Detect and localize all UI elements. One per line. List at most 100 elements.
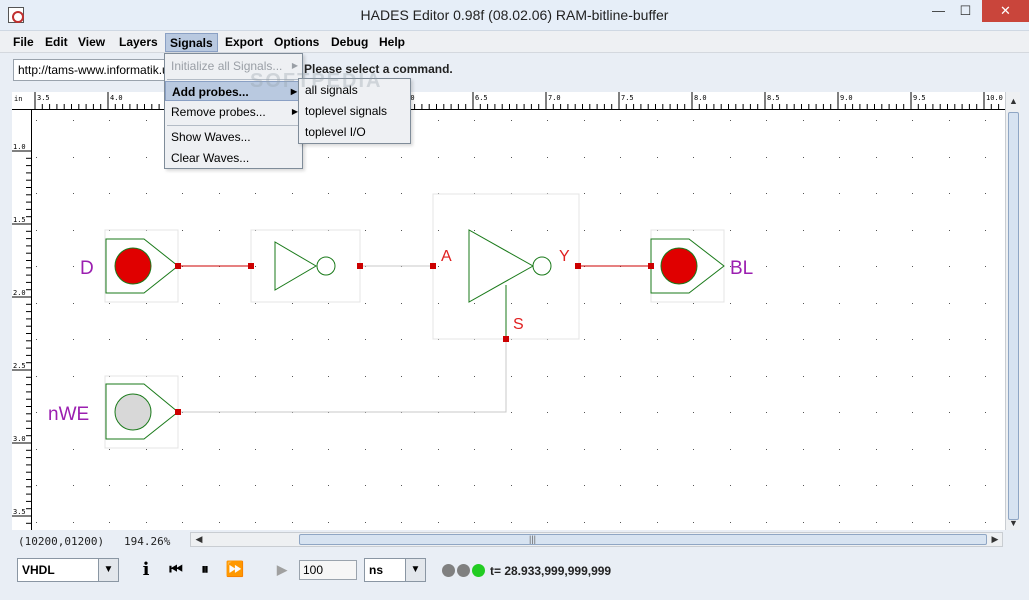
grid-dot: [985, 266, 986, 267]
time-unit-select[interactable]: ns ▼: [364, 558, 426, 582]
grid-dot: [365, 303, 366, 304]
scroll-left-icon[interactable]: ◀: [192, 533, 206, 546]
maximize-button[interactable]: ☐: [952, 0, 979, 22]
grid-dot: [401, 303, 402, 304]
menu-clear-waves[interactable]: Clear Waves...: [165, 148, 302, 168]
grid-dot: [912, 193, 913, 194]
vertical-scroll-thumb[interactable]: [1008, 112, 1019, 520]
menu-export[interactable]: Export: [221, 33, 267, 52]
pin-d-out[interactable]: [175, 263, 181, 269]
schematic-canvas[interactable]: D A Y S BL nWE: [32, 110, 1005, 530]
menu-signals[interactable]: Signals: [165, 33, 218, 52]
grid-dot: [255, 449, 256, 450]
grid-dot: [109, 485, 110, 486]
grid-dot: [328, 449, 329, 450]
menu-help[interactable]: Help: [375, 33, 409, 52]
minimize-button[interactable]: —: [925, 0, 952, 22]
grid-dot: [474, 303, 475, 304]
ipin-nwe-led[interactable]: [114, 393, 152, 431]
step-value-input[interactable]: 100: [299, 560, 357, 580]
grid-dot: [146, 303, 147, 304]
pin-inv-out[interactable]: [357, 263, 363, 269]
menu-view[interactable]: View: [74, 33, 109, 52]
menu-debug[interactable]: Debug: [327, 33, 372, 52]
ruler-label: 3.0: [13, 435, 26, 443]
scroll-right-icon[interactable]: ▶: [988, 533, 1002, 546]
menu-remove-probes[interactable]: Remove probes... ▶: [165, 102, 302, 122]
grid-dot: [401, 157, 402, 158]
grid-dot: [365, 193, 366, 194]
grid-dot: [766, 485, 767, 486]
grid-dot: [876, 266, 877, 267]
grid-dot: [255, 303, 256, 304]
grid-dot: [474, 485, 475, 486]
add-probes-label: Add probes...: [172, 85, 249, 99]
pin-bl-in[interactable]: [648, 263, 654, 269]
grid-dot: [255, 193, 256, 194]
grid-dot: [657, 339, 658, 340]
menu-bar: File Edit View Layers Signals Export Opt…: [0, 31, 1029, 53]
grid-dot: [620, 157, 621, 158]
menu-toplevel-signals[interactable]: toplevel signals: [299, 101, 410, 122]
menu-toplevel-io[interactable]: toplevel I/O: [299, 122, 410, 143]
menu-file[interactable]: File: [9, 33, 38, 52]
inverter-shape[interactable]: [274, 241, 317, 291]
grid-dot: [73, 157, 74, 158]
pin-tristate-a[interactable]: [430, 263, 436, 269]
play-button[interactable]: ▶: [272, 560, 292, 580]
grid-dot: [693, 412, 694, 413]
vertical-scrollbar[interactable]: ▲ ▼: [1005, 92, 1020, 530]
grid-dot: [73, 376, 74, 377]
grid-dot: [365, 157, 366, 158]
grid-dot: [730, 449, 731, 450]
menu-layers[interactable]: Layers: [115, 33, 162, 52]
grid-dot: [365, 339, 366, 340]
pin-nwe-out[interactable]: [175, 409, 181, 415]
menu-show-waves[interactable]: Show Waves...: [165, 127, 302, 147]
grid-dot: [803, 266, 804, 267]
opin-bl-led[interactable]: [660, 247, 698, 285]
grid-dot: [292, 303, 293, 304]
chevron-down-icon[interactable]: ▼: [98, 559, 118, 581]
grid-dot: [474, 120, 475, 121]
grid-dot: [474, 376, 475, 377]
scroll-down-icon[interactable]: ▼: [1006, 516, 1021, 530]
grid-dot: [876, 303, 877, 304]
menu-options[interactable]: Options: [270, 33, 323, 52]
status-led-1: [442, 564, 455, 577]
grid-dot: [182, 193, 183, 194]
pin-tristate-y[interactable]: [575, 263, 581, 269]
grid-dot: [547, 230, 548, 231]
grid-dot: [985, 193, 986, 194]
language-select[interactable]: VHDL ▼: [17, 558, 119, 582]
grid-dot: [584, 193, 585, 194]
grid-dot: [109, 157, 110, 158]
schematic-svg[interactable]: D A Y S BL nWE: [32, 110, 1005, 530]
horizontal-scrollbar[interactable]: ◀ ||| ▶: [190, 532, 1003, 547]
grid-dot: [985, 157, 986, 158]
fast-forward-button[interactable]: ⏩: [223, 560, 247, 580]
grid-dot: [693, 303, 694, 304]
menu-edit[interactable]: Edit: [41, 33, 72, 52]
scroll-up-icon[interactable]: ▲: [1006, 94, 1021, 108]
grid-dot: [620, 376, 621, 377]
pin-tristate-s[interactable]: [503, 336, 509, 342]
url-field[interactable]: http://tams-www.informatik.uni-hamburg.d…: [13, 59, 166, 81]
tristate-shape[interactable]: [468, 229, 535, 303]
grid-dot: [219, 339, 220, 340]
info-button[interactable]: i: [138, 560, 154, 580]
grid-dot: [766, 339, 767, 340]
ipin-d-led[interactable]: [114, 247, 152, 285]
wire-nwe-to-s[interactable]: [178, 339, 507, 413]
rewind-button[interactable]: ⏮: [164, 560, 188, 580]
grid-dot: [182, 230, 183, 231]
grid-dot: [547, 303, 548, 304]
chevron-down-icon[interactable]: ▼: [405, 559, 425, 581]
grid-dot: [912, 376, 913, 377]
pause-button[interactable]: ⏸: [193, 560, 217, 580]
grid-dot: [73, 339, 74, 340]
close-button[interactable]: ✕: [982, 0, 1029, 22]
grid-dot: [73, 449, 74, 450]
horizontal-scroll-thumb[interactable]: [299, 534, 987, 545]
pin-inv-in[interactable]: [248, 263, 254, 269]
